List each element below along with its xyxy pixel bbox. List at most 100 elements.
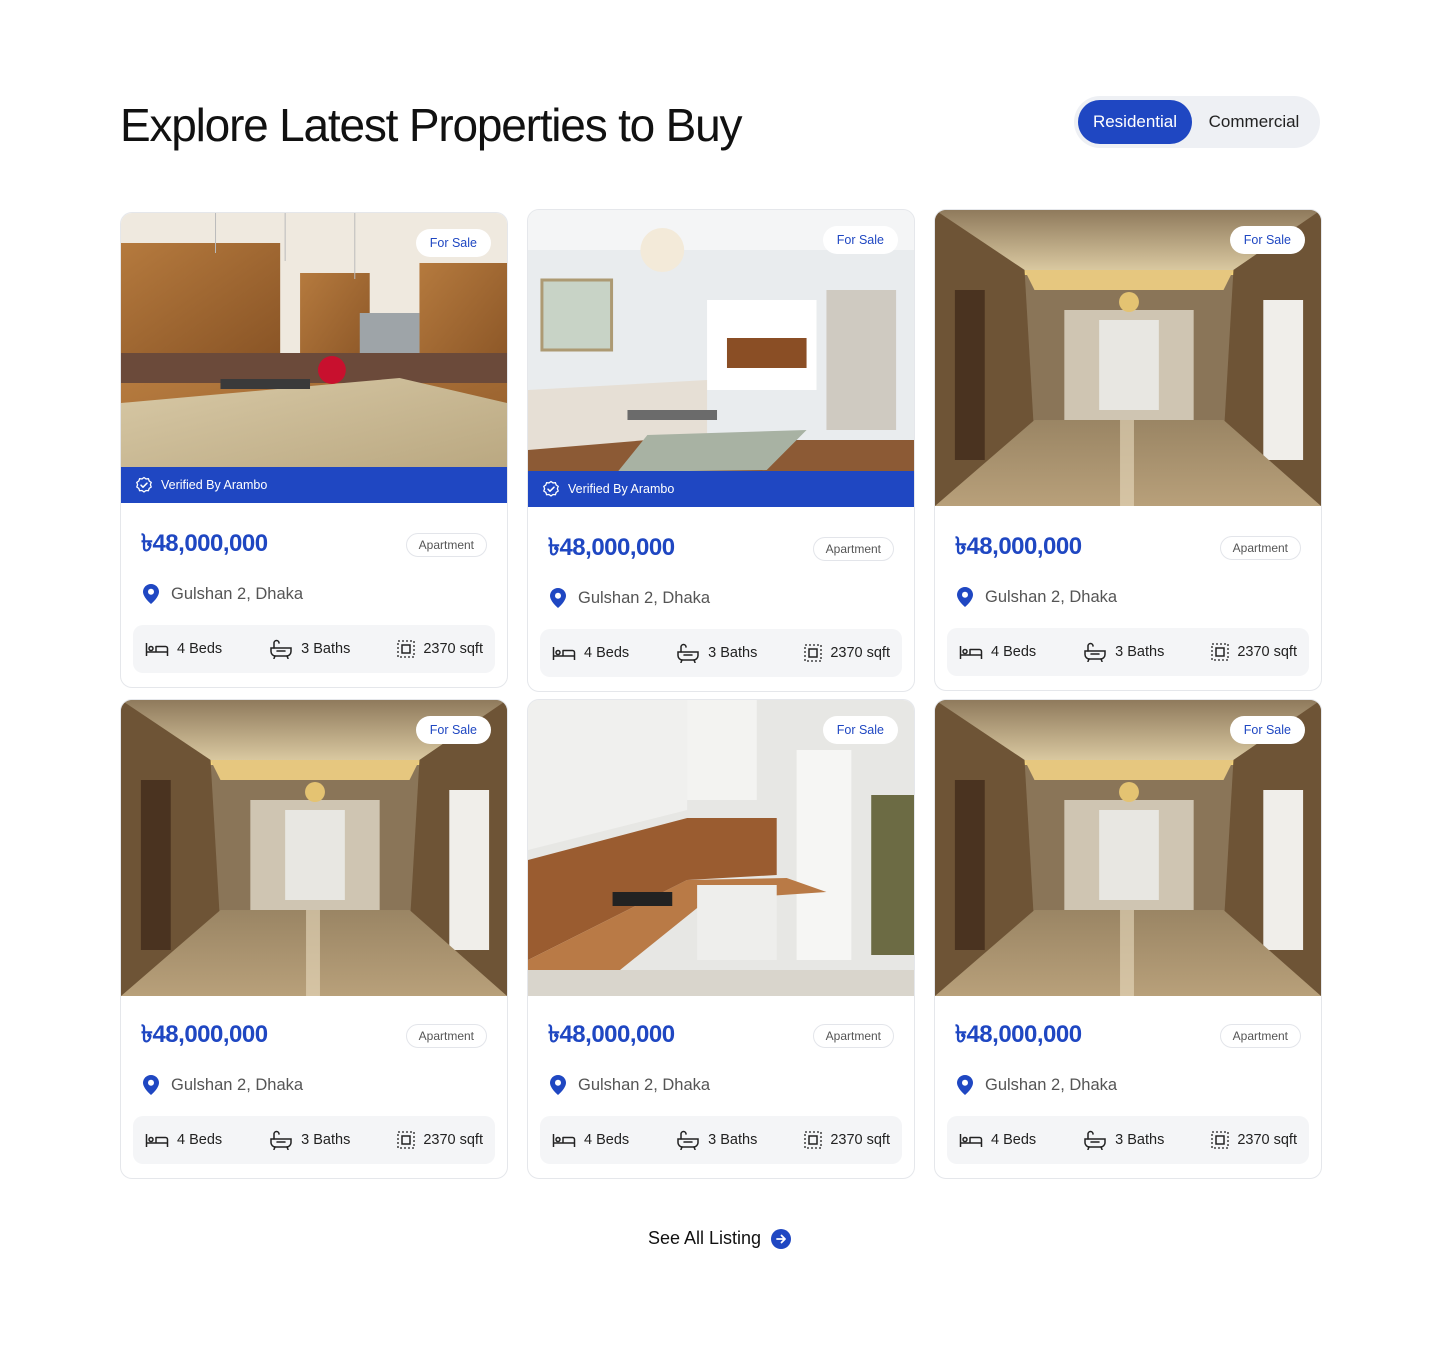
area-size: 2370 sqft	[423, 641, 483, 657]
property-type-tag: Apartment	[812, 537, 894, 561]
area-size: 2370 sqft	[1237, 644, 1297, 660]
area-icon	[1211, 643, 1229, 661]
verified-label: Verified By Arambo	[568, 482, 675, 496]
baths-count: 3 Baths	[1115, 1132, 1165, 1148]
bathtub-icon	[1083, 642, 1107, 662]
beds-stat: 4 Beds	[552, 645, 629, 661]
area-stat: 2370 sqft	[397, 1131, 483, 1149]
property-card[interactable]: For Sale Verified By Arambo ৳48,000,000 …	[120, 212, 508, 688]
location-pin-icon	[548, 587, 568, 609]
property-type-tag: Apartment	[1219, 536, 1301, 560]
area-stat: 2370 sqft	[804, 1131, 890, 1149]
location: Gulshan 2, Dhaka	[171, 1075, 304, 1094]
location-pin-icon	[955, 586, 975, 608]
location-pin-icon	[141, 1074, 161, 1096]
location-pin-icon	[955, 1074, 975, 1096]
verified-icon	[542, 480, 560, 498]
location: Gulshan 2, Dhaka	[985, 1075, 1118, 1094]
price: ৳48,000,000	[955, 533, 1082, 560]
area-icon	[804, 644, 822, 662]
status-badge: For Sale	[1229, 716, 1305, 744]
status-badge: For Sale	[822, 716, 898, 744]
location: Gulshan 2, Dhaka	[985, 587, 1118, 606]
property-card[interactable]: For Sale Verified By Arambo ৳48,000,000 …	[527, 209, 915, 692]
tab-commercial[interactable]: Commercial	[1192, 100, 1316, 144]
property-stats: 4 Beds 3 Baths 2370 sqft	[947, 1116, 1309, 1164]
bed-icon	[552, 645, 576, 661]
property-card[interactable]: For Sale ৳48,000,000 Apartment Gulshan 2…	[934, 209, 1322, 691]
baths-count: 3 Baths	[301, 1132, 351, 1148]
property-photo[interactable]: For Sale	[121, 700, 507, 996]
baths-stat: 3 Baths	[676, 643, 757, 663]
baths-stat: 3 Baths	[1083, 1130, 1164, 1150]
property-category-toggle: Residential Commercial	[1074, 96, 1320, 148]
area-size: 2370 sqft	[1237, 1132, 1297, 1148]
price: ৳48,000,000	[141, 1021, 268, 1048]
verified-icon	[135, 476, 153, 494]
location: Gulshan 2, Dhaka	[578, 588, 711, 607]
bathtub-icon	[676, 1130, 700, 1150]
price: ৳48,000,000	[548, 534, 675, 561]
bed-icon	[959, 1132, 983, 1148]
baths-stat: 3 Baths	[269, 1130, 350, 1150]
property-card[interactable]: For Sale ৳48,000,000 Apartment Gulshan 2…	[120, 699, 508, 1179]
area-stat: 2370 sqft	[804, 644, 890, 662]
property-type-tag: Apartment	[1219, 1024, 1301, 1048]
beds-stat: 4 Beds	[552, 1132, 629, 1148]
property-photo[interactable]: For Sale	[528, 700, 914, 996]
location-pin-icon	[141, 583, 161, 605]
area-size: 2370 sqft	[830, 1132, 890, 1148]
property-photo[interactable]: For Sale	[935, 210, 1321, 506]
area-size: 2370 sqft	[830, 645, 890, 661]
verified-banner: Verified By Arambo	[121, 467, 507, 503]
area-icon	[397, 640, 415, 658]
property-photo[interactable]: For Sale	[935, 700, 1321, 996]
status-badge: For Sale	[1229, 226, 1305, 254]
property-card[interactable]: For Sale ৳48,000,000 Apartment Gulshan 2…	[934, 699, 1322, 1179]
property-stats: 4 Beds 3 Baths 2370 sqft	[133, 625, 495, 673]
baths-stat: 3 Baths	[1083, 642, 1164, 662]
arrow-right-icon	[771, 1228, 792, 1249]
area-size: 2370 sqft	[423, 1132, 483, 1148]
property-photo[interactable]: For Sale Verified By Arambo	[121, 213, 507, 503]
bathtub-icon	[269, 1130, 293, 1150]
beds-count: 4 Beds	[177, 1132, 223, 1148]
property-type-tag: Apartment	[812, 1024, 894, 1048]
status-badge: For Sale	[415, 229, 491, 257]
see-all-label: See All Listing	[648, 1228, 762, 1248]
area-icon	[804, 1131, 822, 1149]
property-stats: 4 Beds 3 Baths 2370 sqft	[540, 629, 902, 677]
location: Gulshan 2, Dhaka	[578, 1075, 711, 1094]
page-title: Explore Latest Properties to Buy	[120, 99, 742, 151]
baths-stat: 3 Baths	[676, 1130, 757, 1150]
area-stat: 2370 sqft	[1211, 1131, 1297, 1149]
see-all-listing-link[interactable]: See All Listing	[648, 1228, 792, 1249]
status-badge: For Sale	[822, 226, 898, 254]
bathtub-icon	[269, 639, 293, 659]
property-stats: 4 Beds 3 Baths 2370 sqft	[947, 628, 1309, 676]
baths-count: 3 Baths	[1115, 644, 1165, 660]
beds-stat: 4 Beds	[145, 641, 222, 657]
beds-stat: 4 Beds	[959, 644, 1036, 660]
bed-icon	[959, 644, 983, 660]
beds-count: 4 Beds	[991, 1132, 1037, 1148]
bed-icon	[552, 1132, 576, 1148]
verified-label: Verified By Arambo	[161, 478, 268, 492]
baths-stat: 3 Baths	[269, 639, 350, 659]
bed-icon	[145, 641, 169, 657]
beds-count: 4 Beds	[584, 645, 630, 661]
bathtub-icon	[1083, 1130, 1107, 1150]
area-icon	[397, 1131, 415, 1149]
beds-count: 4 Beds	[177, 641, 223, 657]
tab-residential[interactable]: Residential	[1078, 100, 1192, 144]
beds-stat: 4 Beds	[959, 1132, 1036, 1148]
property-type-tag: Apartment	[405, 533, 487, 557]
price: ৳48,000,000	[955, 1021, 1082, 1048]
property-card[interactable]: For Sale ৳48,000,000 Apartment Gulshan 2…	[527, 699, 915, 1179]
verified-banner: Verified By Arambo	[528, 471, 914, 507]
area-icon	[1211, 1131, 1229, 1149]
property-photo[interactable]: For Sale Verified By Arambo	[528, 210, 914, 507]
baths-count: 3 Baths	[708, 645, 758, 661]
area-stat: 2370 sqft	[1211, 643, 1297, 661]
property-type-tag: Apartment	[405, 1024, 487, 1048]
